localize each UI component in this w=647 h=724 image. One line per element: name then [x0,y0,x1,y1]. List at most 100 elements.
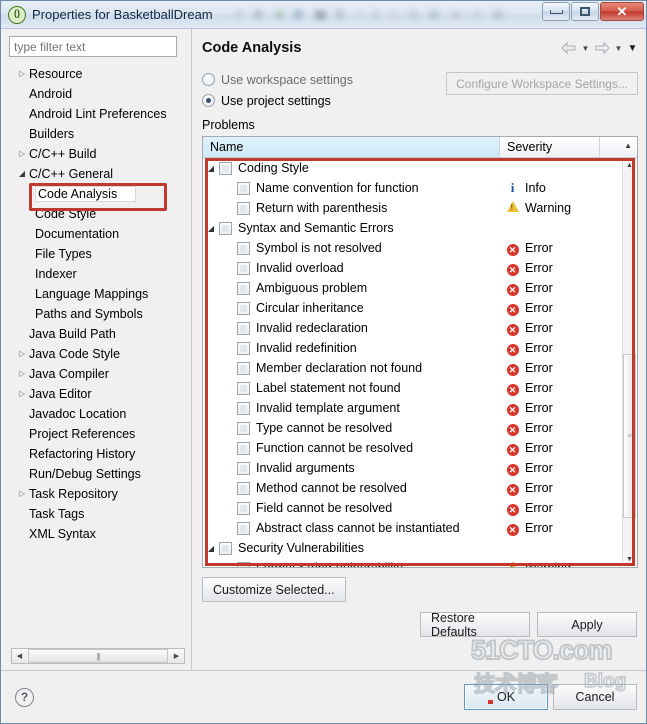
sort-ascending-icon[interactable]: ▲ [624,141,632,150]
scroll-up-icon[interactable]: ▲ [623,158,636,172]
sidebar-item-project-references[interactable]: Project References [9,424,191,444]
sidebar-item-code-style[interactable]: Code Style [9,204,191,224]
table-row[interactable]: ◢ Syntax and Semantic Errors [203,218,623,238]
table-row[interactable]: Invalid template argument ✕ Error [203,398,623,418]
table-row[interactable]: Field cannot be resolved ✕ Error [203,498,623,518]
row-checkbox[interactable] [237,521,250,535]
row-checkbox[interactable] [237,181,250,195]
table-vertical-scrollbar[interactable]: ▲ ≡ ▼ [622,158,636,566]
minimize-button[interactable] [542,2,570,21]
table-row[interactable]: Member declaration not found ✕ Error [203,358,623,378]
tree-collapsed-arrow-icon[interactable]: ▷ [15,144,29,164]
sidebar-item-android-lint-preferences[interactable]: Android Lint Preferences [9,104,191,124]
row-checkbox[interactable] [219,221,232,235]
configure-workspace-settings-button[interactable]: Configure Workspace Settings... [446,72,638,95]
sidebar-item-documentation[interactable]: Documentation [9,224,191,244]
customize-selected-button[interactable]: Customize Selected... [202,577,346,602]
sidebar-item-task-tags[interactable]: Task Tags [9,504,191,524]
row-checkbox[interactable] [237,421,250,435]
row-expand-arrow-icon[interactable]: ◢ [203,544,219,553]
column-header-name[interactable]: Name [203,137,500,157]
table-row[interactable]: Label statement not found ✕ Error [203,378,623,398]
row-expand-arrow-icon[interactable]: ◢ [203,164,219,173]
row-checkbox[interactable] [237,381,250,395]
row-checkbox[interactable] [237,341,250,355]
row-checkbox[interactable] [219,541,232,555]
row-checkbox[interactable] [237,481,250,495]
sidebar-item-code-analysis[interactable]: ▷Code Analysis [9,184,191,204]
sidebar-item-java-compiler[interactable]: ▷ Java Compiler [9,364,191,384]
row-checkbox[interactable] [237,281,250,295]
row-checkbox[interactable] [237,321,250,335]
table-row[interactable]: Invalid overload ✕ Error [203,258,623,278]
table-row[interactable]: ◢ Security Vulnerabilities [203,538,623,558]
sidebar-item-run-debug-settings[interactable]: Run/Debug Settings [9,464,191,484]
column-header-severity[interactable]: Severity [500,137,600,157]
scrollbar-thumb[interactable]: ≡ [623,354,636,518]
scroll-right-icon[interactable]: ▶ [169,649,184,663]
row-checkbox[interactable] [237,301,250,315]
row-checkbox[interactable] [237,561,250,567]
table-row[interactable]: Name convention for function i Info [203,178,623,198]
back-arrow-icon[interactable] [561,41,577,55]
tree-collapsed-arrow-icon[interactable]: ▷ [15,364,29,384]
restore-defaults-button[interactable]: Restore Defaults [420,611,530,639]
forward-history-chevron-down-icon[interactable]: ▼ [613,42,624,54]
table-row[interactable]: Invalid arguments ✕ Error [203,458,623,478]
table-row[interactable]: Ambiguous problem ✕ Error [203,278,623,298]
row-checkbox[interactable] [237,361,250,375]
filter-input[interactable] [9,36,177,57]
sidebar-horizontal-scrollbar[interactable]: ◀ ||| ▶ [11,648,185,664]
table-row[interactable]: Return with parenthesis Warning [203,198,623,218]
tree-collapsed-arrow-icon[interactable]: ▷ [15,384,29,404]
table-row[interactable]: Type cannot be resolved ✕ Error [203,418,623,438]
table-row[interactable]: Function cannot be resolved ✕ Error [203,438,623,458]
cancel-button[interactable]: Cancel [553,684,637,710]
sidebar-item-java-code-style[interactable]: ▷ Java Code Style [9,344,191,364]
back-history-chevron-down-icon[interactable]: ▼ [580,42,591,54]
tree-collapsed-arrow-icon[interactable]: ▷ [15,344,29,364]
row-checkbox[interactable] [237,201,250,215]
row-checkbox[interactable] [219,161,232,175]
row-checkbox[interactable] [237,401,250,415]
sidebar-item-paths-and-symbols[interactable]: Paths and Symbols [9,304,191,324]
table-row[interactable]: Symbol is not resolved ✕ Error [203,238,623,258]
sidebar-item-javadoc-location[interactable]: Javadoc Location [9,404,191,424]
tree-collapsed-arrow-icon[interactable]: ▷ [15,64,29,84]
table-row[interactable]: Abstract class cannot be instantiated ✕ Er… [203,518,623,538]
sidebar-item-c-c-build[interactable]: ▷ C/C++ Build [9,144,191,164]
table-row[interactable]: Invalid redefinition ✕ Error [203,338,623,358]
row-checkbox[interactable] [237,461,250,475]
apply-button[interactable]: Apply [537,612,637,637]
table-row[interactable]: Method cannot be resolved ✕ Error [203,478,623,498]
row-checkbox[interactable] [237,241,250,255]
row-checkbox[interactable] [237,501,250,515]
sidebar-item-language-mappings[interactable]: Language Mappings [9,284,191,304]
sidebar-item-builders[interactable]: Builders [9,124,191,144]
scrollbar-thumb[interactable]: ||| [28,649,168,663]
ok-button[interactable]: OK [464,684,548,710]
row-expand-arrow-icon[interactable]: ◢ [203,224,219,233]
sidebar-item-java-editor[interactable]: ▷ Java Editor [9,384,191,404]
table-row[interactable]: Invalid redeclaration ✕ Error [203,318,623,338]
view-menu-chevron-down-icon[interactable]: ▼ [627,42,638,54]
table-row[interactable]: Format String Vulnerability Warning [203,558,623,567]
sidebar-item-java-build-path[interactable]: Java Build Path [9,324,191,344]
table-row[interactable]: Circular inheritance ✕ Error [203,298,623,318]
tree-expanded-arrow-icon[interactable]: ◢ [15,164,29,184]
sidebar-item-task-repository[interactable]: ▷ Task Repository [9,484,191,504]
close-button[interactable]: ✕ [600,2,644,21]
maximize-button[interactable] [571,2,599,21]
scroll-down-icon[interactable]: ▼ [623,552,636,566]
sidebar-item-refactoring-history[interactable]: Refactoring History [9,444,191,464]
sidebar-item-resource[interactable]: ▷ Resource [9,64,191,84]
sidebar-item-android[interactable]: Android [9,84,191,104]
row-checkbox[interactable] [237,441,250,455]
scroll-left-icon[interactable]: ◀ [12,649,27,663]
table-row[interactable]: ◢ Coding Style [203,158,623,178]
help-icon[interactable]: ? [15,687,34,707]
sidebar-item-xml-syntax[interactable]: XML Syntax [9,524,191,544]
row-checkbox[interactable] [237,261,250,275]
scrollbar-track[interactable]: ≡ [623,172,636,552]
sidebar-item-file-types[interactable]: File Types [9,244,191,264]
